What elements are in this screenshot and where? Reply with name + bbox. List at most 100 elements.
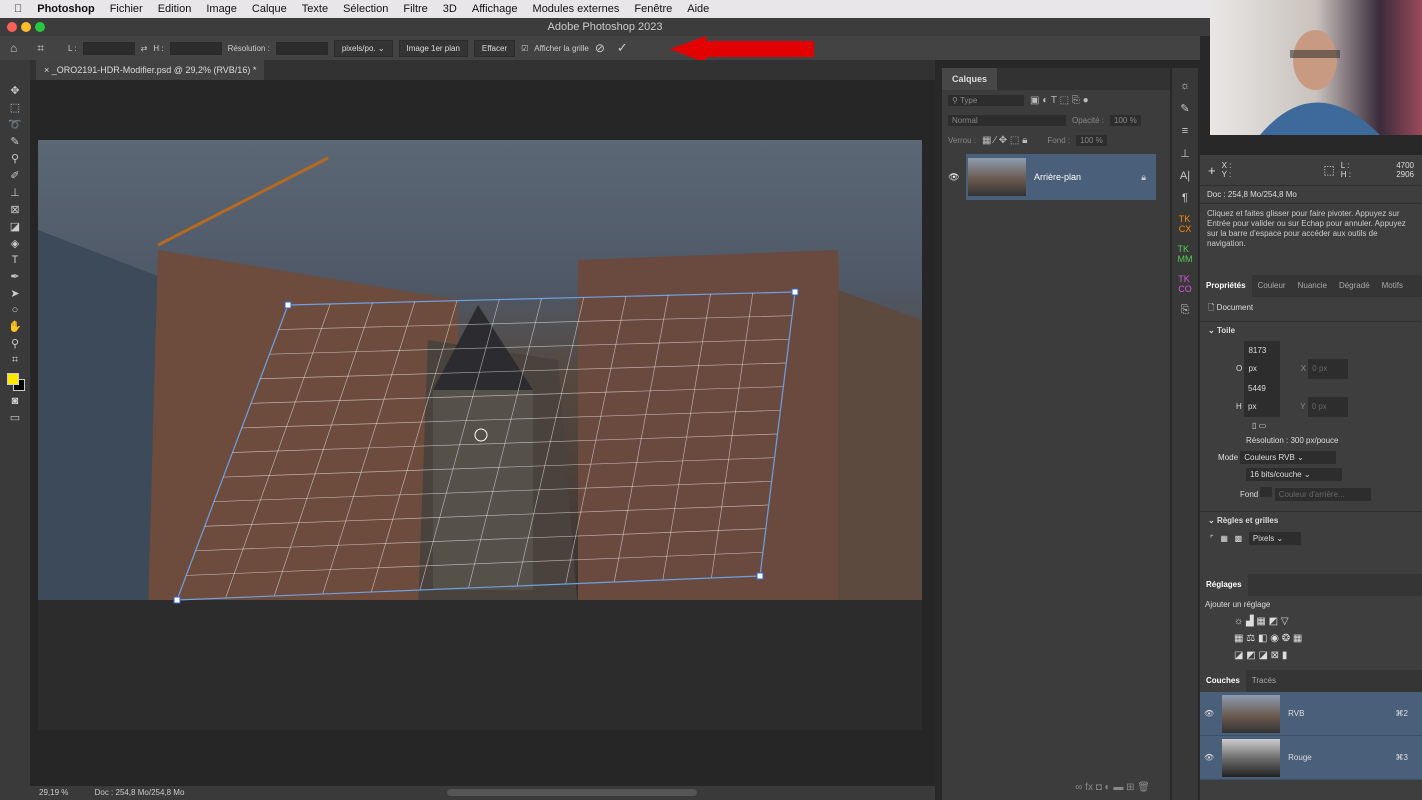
path-select-icon[interactable]: ➤ bbox=[10, 287, 19, 300]
document-canvas[interactable] bbox=[38, 140, 922, 730]
resolution-input[interactable] bbox=[275, 41, 328, 55]
character-icon[interactable]: A| bbox=[1180, 170, 1190, 182]
front-image-button[interactable]: Image 1er plan bbox=[398, 39, 468, 57]
channel-row-red[interactable]: 👁︎ Rouge ⌘3 bbox=[1200, 736, 1422, 780]
brush-tool-icon[interactable]: ✐ bbox=[10, 169, 19, 182]
eyedropper-icon[interactable]: ⚲ bbox=[11, 152, 19, 165]
menu-3d[interactable]: 3D bbox=[443, 3, 457, 15]
bucket-icon[interactable]: ◈ bbox=[11, 237, 19, 250]
eye-icon[interactable]: 👁︎ bbox=[1204, 753, 1214, 762]
quick-select-icon[interactable]: ✎ bbox=[10, 135, 19, 148]
menu-affichage[interactable]: Affichage bbox=[472, 3, 518, 15]
menu-app[interactable]: Photoshop bbox=[37, 3, 94, 15]
close-tab-icon[interactable]: × bbox=[44, 65, 52, 75]
tab-adjustments[interactable]: Réglages bbox=[1200, 574, 1248, 596]
paragraph-icon[interactable]: ¶ bbox=[1182, 192, 1188, 204]
menu-fenetre[interactable]: Fenêtre bbox=[634, 3, 672, 15]
zoom-window-button[interactable] bbox=[35, 22, 45, 32]
clear-button[interactable]: Effacer bbox=[473, 39, 516, 57]
layer-row[interactable]: 👁︎ Arrière-plan 🔒︎ bbox=[942, 154, 1170, 200]
canvas-section-header[interactable]: ⌄ Toile bbox=[1200, 321, 1422, 339]
menu-aide[interactable]: Aide bbox=[687, 3, 709, 15]
transform-handle[interactable] bbox=[173, 596, 181, 604]
menu-texte[interactable]: Texte bbox=[302, 3, 328, 15]
type-tool-icon[interactable]: T bbox=[12, 254, 19, 266]
unit-select[interactable]: pixels/po. ⌄ bbox=[333, 39, 393, 57]
transform-handle[interactable] bbox=[791, 288, 799, 296]
close-window-button[interactable] bbox=[7, 22, 17, 32]
menu-modules[interactable]: Modules externes bbox=[533, 3, 620, 15]
minimize-window-button[interactable] bbox=[21, 22, 31, 32]
tab-properties[interactable]: Propriétés bbox=[1200, 275, 1252, 297]
stamp-icon[interactable]: ⊥ bbox=[1180, 147, 1190, 160]
tab-color[interactable]: Couleur bbox=[1252, 275, 1292, 297]
canvas-width-input[interactable]: 8173 px bbox=[1244, 341, 1281, 379]
tk-co-plugin-icon[interactable]: TK CO bbox=[1178, 274, 1192, 294]
hand-tool-icon[interactable]: ✋ bbox=[8, 320, 22, 333]
menu-filtre[interactable]: Filtre bbox=[403, 3, 427, 15]
shape-tool-icon[interactable]: ○ bbox=[12, 304, 19, 316]
zoom-level[interactable]: 29,19 % bbox=[39, 788, 68, 797]
brush-settings-icon[interactable]: ✎ bbox=[1180, 102, 1189, 115]
mode-select[interactable]: Couleurs RVB ⌄ bbox=[1240, 451, 1337, 464]
blend-mode-select[interactable]: Normal bbox=[948, 114, 1066, 126]
frame-tool-icon[interactable]: ⊠ bbox=[10, 203, 19, 216]
menu-calque[interactable]: Calque bbox=[252, 3, 287, 15]
screen-mode-icon[interactable]: ▭ bbox=[10, 411, 20, 424]
fill-input[interactable]: 100 % bbox=[1076, 134, 1107, 146]
reference-point-icon[interactable] bbox=[474, 428, 488, 442]
layer-filter-input[interactable]: ⚲ Type bbox=[948, 94, 1024, 106]
move-tool-icon[interactable]: ✥ bbox=[10, 84, 19, 97]
tk-mm-plugin-icon[interactable]: TK MM bbox=[1178, 244, 1193, 264]
adjust-icon[interactable]: ☼ bbox=[1180, 80, 1190, 92]
quick-mask-icon[interactable]: ◙ bbox=[12, 395, 19, 407]
canvas-x-input[interactable]: 0 px bbox=[1308, 359, 1349, 379]
commit-check-icon[interactable]: ✓ bbox=[617, 40, 628, 56]
menu-edition[interactable]: Edition bbox=[158, 3, 192, 15]
pen-tool-icon[interactable]: ✒ bbox=[10, 270, 19, 283]
document-tab[interactable]: × _ORO2191-HDR-Modifier.psd @ 29,2% (RVB… bbox=[36, 60, 265, 80]
height-input[interactable] bbox=[169, 41, 222, 55]
menu-selection[interactable]: Sélection bbox=[343, 3, 388, 15]
show-grid-checkbox[interactable]: ☑ bbox=[521, 44, 528, 53]
units-select[interactable]: Pixels ⌄ bbox=[1248, 532, 1301, 545]
transform-icon[interactable]: ⌗ bbox=[37, 41, 44, 56]
tab-gradients[interactable]: Dégradé bbox=[1333, 275, 1376, 297]
stamp-tool-icon[interactable]: ⊥ bbox=[10, 186, 20, 199]
menu-image[interactable]: Image bbox=[206, 3, 237, 15]
tab-swatches[interactable]: Nuancie bbox=[1292, 275, 1333, 297]
transform-handle[interactable] bbox=[756, 572, 764, 580]
eye-icon[interactable]: 👁︎ bbox=[942, 172, 966, 183]
crop-tool-icon[interactable]: ⌗ bbox=[12, 354, 18, 367]
tab-layers[interactable]: Calques bbox=[942, 68, 998, 90]
cancel-icon[interactable]: ⊘ bbox=[595, 41, 605, 55]
width-input[interactable] bbox=[82, 41, 135, 55]
home-icon[interactable]: ⌂ bbox=[10, 41, 17, 55]
tab-patterns[interactable]: Motifs bbox=[1376, 275, 1409, 297]
swap-icon[interactable]: ⇄ bbox=[141, 44, 148, 53]
fill-select[interactable]: Couleur d'arrière... bbox=[1274, 488, 1371, 501]
layer-actions[interactable]: ∞ fx ◘ ◐ ▬ ⊞ 🗑︎ bbox=[942, 782, 1170, 800]
tk-cx-plugin-icon[interactable]: TK CX bbox=[1179, 214, 1192, 234]
marquee-tool-icon[interactable]: ⬚ bbox=[10, 101, 20, 114]
grid-icon[interactable]: ▦ bbox=[1220, 534, 1228, 543]
rulers-section-header[interactable]: ⌄ Règles et grilles bbox=[1200, 511, 1422, 529]
plugin-icon[interactable]: ⎘ bbox=[1181, 304, 1190, 317]
depth-select[interactable]: 16 bits/couche ⌄ bbox=[1246, 468, 1342, 481]
eraser-icon[interactable]: ◪ bbox=[10, 220, 20, 233]
transform-handle[interactable] bbox=[284, 301, 292, 309]
tab-paths[interactable]: Tracés bbox=[1246, 670, 1282, 692]
menu-fichier[interactable]: Fichier bbox=[110, 3, 143, 15]
transform-grid[interactable] bbox=[38, 140, 922, 730]
adjustment-icons[interactable]: ☼ ▟ ▦ ◩ ▽ ▦ ⚖ ◧ ◉ ❂ ▦ ◪ ◩ ◪ ⊠ ▮ bbox=[1200, 613, 1422, 664]
canvas-height-input[interactable]: 5449 px bbox=[1244, 379, 1281, 417]
tab-channels[interactable]: Couches bbox=[1200, 670, 1246, 692]
guides-icon[interactable]: ▩ bbox=[1235, 534, 1243, 543]
lock-icons[interactable]: ▦ ⁄ ✥ ⬚ 🔒︎ bbox=[982, 135, 1027, 146]
filter-icons[interactable]: ▣ ◐ T ⬚ ⎘ ● bbox=[1030, 95, 1089, 106]
lasso-tool-icon[interactable]: ➰ bbox=[8, 118, 22, 131]
landscape-icon[interactable]: ▭ bbox=[1259, 421, 1267, 430]
portrait-icon[interactable]: ▯ bbox=[1252, 421, 1256, 430]
color-swatches[interactable] bbox=[5, 371, 25, 391]
opacity-input[interactable]: 100 % bbox=[1110, 114, 1141, 126]
